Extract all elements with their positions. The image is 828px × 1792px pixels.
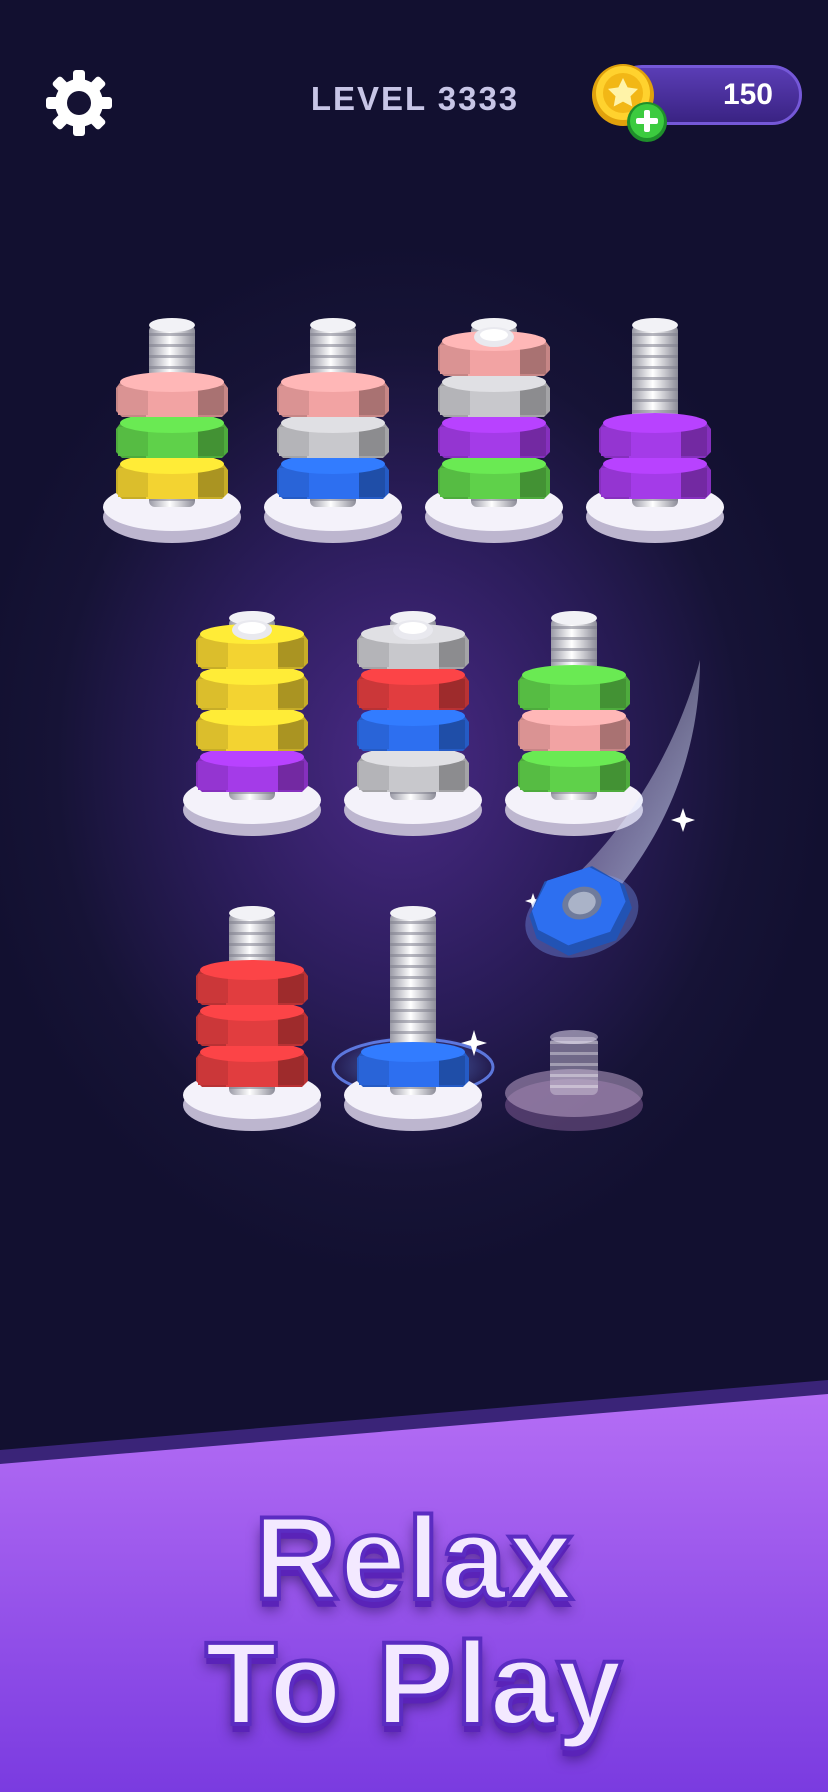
- blue-nut[interactable]: [357, 706, 469, 751]
- top-bar: LEVEL 3333 150: [0, 0, 828, 180]
- green-nut[interactable]: [518, 747, 630, 792]
- red-nut[interactable]: [196, 1001, 308, 1046]
- purple-nut[interactable]: [599, 413, 711, 458]
- green-nut[interactable]: [438, 454, 550, 499]
- level-number: 3333: [437, 80, 520, 117]
- yellow-nut[interactable]: [116, 454, 228, 499]
- pink-nut[interactable]: [116, 372, 228, 417]
- yellow-nut[interactable]: [196, 665, 308, 710]
- green-nut[interactable]: [116, 413, 228, 458]
- purple-nut[interactable]: [438, 413, 550, 458]
- pink-nut[interactable]: [277, 372, 389, 417]
- bolt-4[interactable]: [586, 318, 724, 543]
- coin-value: 150: [722, 78, 773, 111]
- red-nut[interactable]: [357, 665, 469, 710]
- tagline-line-2: To Play: [203, 1618, 624, 1750]
- level-indicator: LEVEL 3333: [250, 80, 580, 118]
- bolt-8[interactable]: [183, 906, 321, 1131]
- silver-nut[interactable]: [438, 372, 550, 417]
- bolt-2[interactable]: [264, 318, 402, 543]
- bolt-10[interactable]: [505, 1030, 643, 1131]
- blue-nut[interactable]: [357, 1042, 469, 1087]
- purple-nut[interactable]: [196, 747, 308, 792]
- red-nut[interactable]: [196, 960, 308, 1005]
- silver-nut[interactable]: [277, 413, 389, 458]
- yellow-nut[interactable]: [196, 706, 308, 751]
- blue-nut[interactable]: [277, 454, 389, 499]
- plus-icon[interactable]: [626, 101, 668, 143]
- red-nut[interactable]: [196, 1042, 308, 1087]
- game-board: [103, 318, 724, 1131]
- level-label: LEVEL: [310, 80, 427, 117]
- bolt-1[interactable]: [103, 318, 241, 543]
- silver-nut[interactable]: [357, 620, 469, 669]
- bolt-9[interactable]: [331, 906, 495, 1131]
- green-nut[interactable]: [518, 665, 630, 710]
- bolt-6[interactable]: [344, 611, 482, 836]
- purple-nut[interactable]: [599, 454, 711, 499]
- silver-nut[interactable]: [357, 747, 469, 792]
- bolt-5[interactable]: [183, 611, 321, 836]
- gear-icon[interactable]: [44, 68, 114, 138]
- yellow-nut[interactable]: [196, 620, 308, 669]
- pink-nut[interactable]: [438, 327, 550, 376]
- tagline-line-1: Relax: [252, 1493, 575, 1625]
- pink-nut[interactable]: [518, 706, 630, 751]
- bolt-3[interactable]: [425, 318, 563, 543]
- bolt-7[interactable]: [505, 611, 643, 836]
- bolts-layer: [103, 318, 724, 1131]
